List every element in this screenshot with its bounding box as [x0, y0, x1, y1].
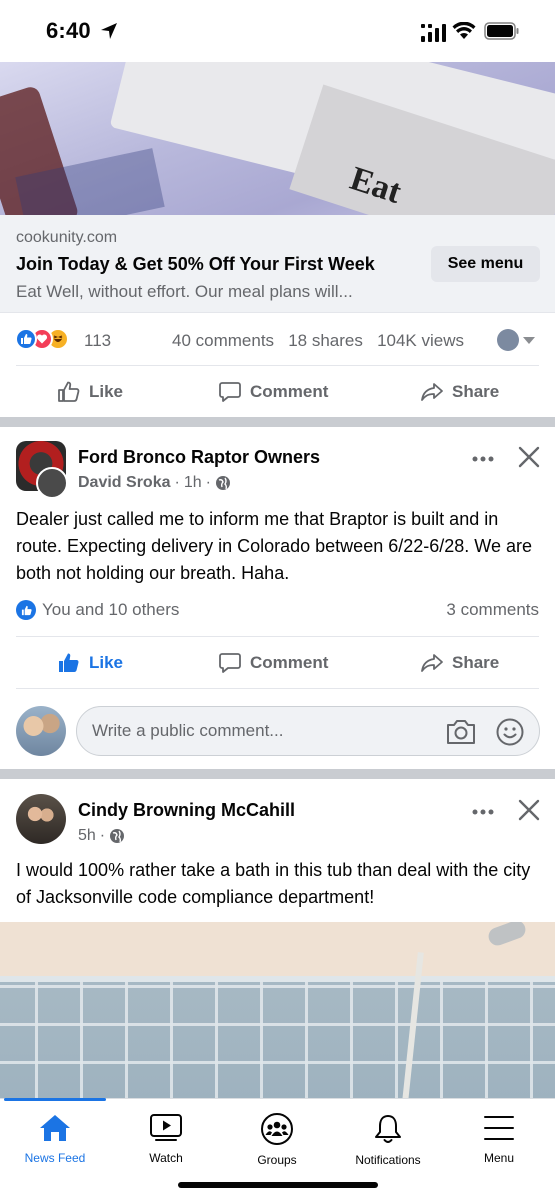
like-reaction-icon	[15, 328, 37, 350]
tab-notifications[interactable]: Notifications	[333, 1113, 443, 1173]
shares-count[interactable]: 18 shares	[288, 331, 363, 350]
likes-text[interactable]: You and 10 others	[42, 600, 179, 620]
tab-label: News Feed	[24, 1151, 86, 1165]
ad-headline: Join Today & Get 50% Off Your First Week	[16, 254, 375, 274]
comment-bubble-icon	[219, 653, 241, 673]
globe-icon	[110, 829, 125, 843]
groups-icon	[261, 1113, 293, 1145]
comment-bubble-icon	[219, 382, 241, 402]
comments-count[interactable]: 3 comments	[446, 600, 539, 620]
close-icon[interactable]	[517, 445, 541, 469]
see-menu-button[interactable]: See menu	[431, 246, 540, 282]
ad-description: Eat Well, without effort. Our meal plans…	[16, 282, 353, 301]
active-tab-indicator	[4, 1098, 106, 1101]
home-indicator	[178, 1182, 378, 1188]
globe-icon	[215, 476, 230, 490]
comment-input[interactable]: Write a public comment...	[76, 706, 540, 756]
engagement-stats: 40 comments 18 shares 104K views	[172, 331, 464, 351]
tab-label: Notifications	[355, 1153, 421, 1167]
my-avatar[interactable]	[16, 706, 66, 756]
share-arrow-icon	[421, 654, 443, 672]
status-bar: 6:40	[0, 0, 555, 62]
more-options-icon[interactable]	[470, 449, 496, 469]
share-label: Share	[452, 653, 500, 672]
status-time: 6:40	[46, 18, 91, 43]
group-name[interactable]: Ford Bronco Raptor Owners	[78, 447, 320, 468]
comment-composer: Write a public comment...	[0, 702, 555, 760]
comment-button[interactable]: Comment	[218, 639, 328, 687]
share-label: Share	[452, 382, 500, 401]
post-text: Dealer just called me to inform me that …	[16, 509, 532, 583]
ad-domain: cookunity.com	[16, 229, 118, 246]
divider	[16, 365, 539, 366]
tab-groups[interactable]: Groups	[222, 1113, 332, 1173]
comment-button[interactable]: Comment	[218, 368, 328, 416]
ad-action-bar: Like Comment Share	[0, 368, 555, 416]
home-icon	[40, 1115, 70, 1141]
feed-separator	[0, 769, 555, 779]
cellular-signal-icon	[421, 24, 446, 42]
tab-label: Menu	[483, 1151, 515, 1165]
post-header: Ford Bronco Raptor Owners David Sroka · …	[0, 441, 555, 505]
hamburger-icon	[484, 1116, 514, 1140]
ad-link-card[interactable]: cookunity.com Join Today & Get 50% Off Y…	[0, 215, 555, 313]
views-count: 104K views	[377, 331, 464, 350]
location-arrow-icon	[101, 23, 117, 39]
reactions-summary: 113 40 comments 18 shares 104K views	[0, 322, 555, 358]
bell-icon	[375, 1115, 401, 1143]
post-meta: 5h ·	[78, 827, 125, 845]
comment-label: Comment	[250, 653, 329, 672]
camera-icon[interactable]	[445, 718, 477, 746]
share-button[interactable]: Share	[420, 639, 499, 687]
chevron-down-icon[interactable]	[523, 337, 535, 344]
thumbs-up-icon	[59, 653, 79, 672]
author-name[interactable]: Cindy Browning McCahill	[78, 800, 295, 821]
post-action-bar: Like Comment Share	[0, 639, 555, 687]
video-icon	[150, 1114, 182, 1141]
emoji-icon[interactable]	[495, 717, 525, 747]
comment-placeholder: Write a public comment...	[92, 721, 284, 740]
likes-summary: You and 10 others 3 comments	[0, 596, 555, 626]
author-name[interactable]: David Sroka	[78, 474, 170, 492]
author-avatar[interactable]	[16, 794, 66, 844]
close-icon[interactable]	[517, 798, 541, 822]
reaction-icons[interactable]	[15, 328, 83, 352]
like-reaction-icon	[16, 600, 36, 620]
like-label: Like	[89, 382, 124, 401]
like-label: Like	[89, 653, 124, 672]
post-photo[interactable]	[0, 922, 555, 1102]
tab-label: Groups	[257, 1153, 297, 1167]
feed-separator	[0, 417, 555, 427]
share-arrow-icon	[421, 383, 443, 401]
divider	[16, 688, 539, 689]
wifi-icon	[452, 22, 476, 39]
post-meta: David Sroka · 1h ·	[78, 474, 231, 492]
tab-news-feed[interactable]: News Feed	[0, 1113, 110, 1173]
post-header: Cindy Browning McCahill 5h ·	[0, 794, 555, 858]
share-button[interactable]: Share	[420, 368, 499, 416]
author-avatar[interactable]	[36, 467, 68, 499]
more-options-icon[interactable]	[470, 802, 496, 822]
tab-menu[interactable]: Menu	[444, 1113, 554, 1173]
comments-count[interactable]: 40 comments	[172, 331, 274, 350]
battery-icon	[484, 22, 519, 40]
ad-image[interactable]: Eat	[0, 62, 555, 215]
tab-label: Watch	[149, 1151, 183, 1165]
reaction-as-avatar[interactable]	[497, 329, 519, 351]
divider	[16, 636, 539, 637]
like-button[interactable]: Like	[57, 639, 123, 687]
tab-watch[interactable]: Watch	[111, 1113, 221, 1173]
post-time[interactable]: 1h	[184, 474, 202, 492]
thumbs-up-icon	[58, 381, 80, 402]
reaction-count[interactable]: 113	[84, 331, 111, 351]
post-text: I would 100% rather take a bath in this …	[16, 860, 531, 907]
comment-label: Comment	[250, 382, 329, 401]
post-time[interactable]: 5h	[78, 827, 96, 845]
like-button[interactable]: Like	[57, 368, 123, 416]
